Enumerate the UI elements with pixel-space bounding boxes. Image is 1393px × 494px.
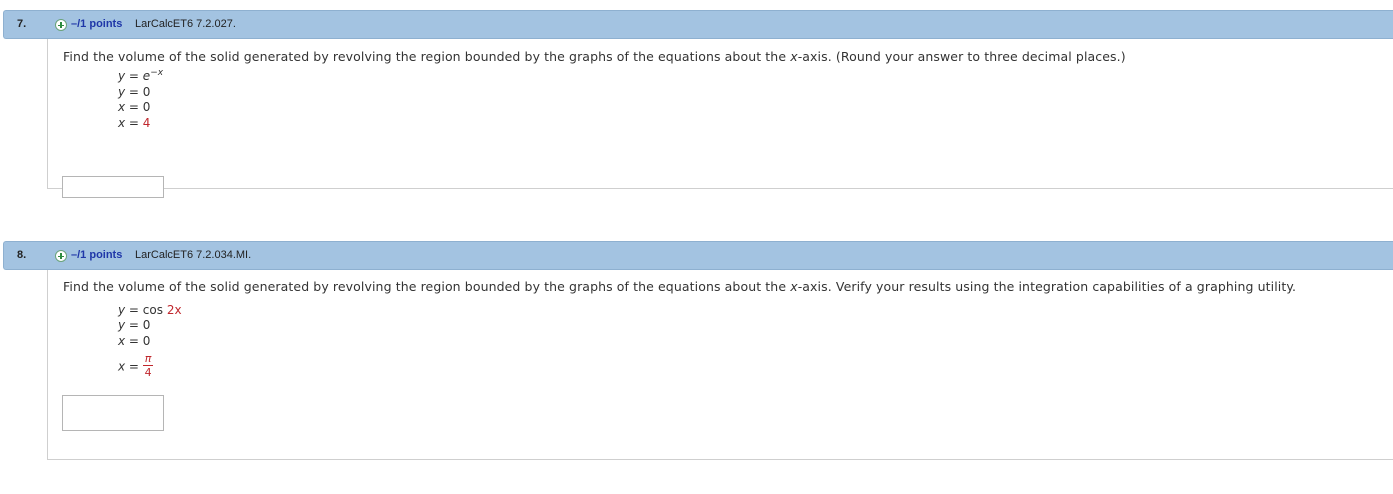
equation-3: x = 0 xyxy=(118,334,151,348)
question-prompt: Find the volume of the solid generated b… xyxy=(63,279,1297,294)
question-body: Find the volume of the solid generated b… xyxy=(47,39,1393,198)
equation-2: y = 0 xyxy=(118,85,151,99)
equation-1: y = e−x xyxy=(118,68,164,83)
equation-3: x = 0 xyxy=(118,100,151,114)
equation-4: x = 4 xyxy=(118,116,151,130)
question-8: 8. –/1 points LarCalcET6 7.2.034.MI. Fin… xyxy=(0,241,1393,460)
answer-input[interactable] xyxy=(62,176,164,198)
points-label[interactable]: –/1 points xyxy=(71,249,122,261)
question-source: LarCalcET6 7.2.034.MI. xyxy=(135,249,252,261)
question-source: LarCalcET6 7.2.027. xyxy=(135,18,236,30)
equation-2: y = 0 xyxy=(118,318,151,332)
question-number: 8. xyxy=(17,249,27,261)
points-label[interactable]: –/1 points xyxy=(71,18,122,30)
question-header: 7. –/1 points LarCalcET6 7.2.027. xyxy=(3,10,1393,39)
equation-1: y = cos 2x xyxy=(118,303,182,317)
fraction: π4 xyxy=(142,352,154,379)
question-header: 8. –/1 points LarCalcET6 7.2.034.MI. xyxy=(3,241,1393,270)
question-prompt: Find the volume of the solid generated b… xyxy=(63,49,1126,64)
plus-circle-icon[interactable] xyxy=(55,19,67,31)
question-body: Find the volume of the solid generated b… xyxy=(47,270,1393,460)
answer-input[interactable] xyxy=(62,395,164,431)
question-7: 7. –/1 points LarCalcET6 7.2.027. Find t… xyxy=(0,10,1393,198)
question-number: 7. xyxy=(17,18,27,30)
plus-circle-icon[interactable] xyxy=(55,250,67,262)
equation-4: x = π4 xyxy=(118,352,154,379)
